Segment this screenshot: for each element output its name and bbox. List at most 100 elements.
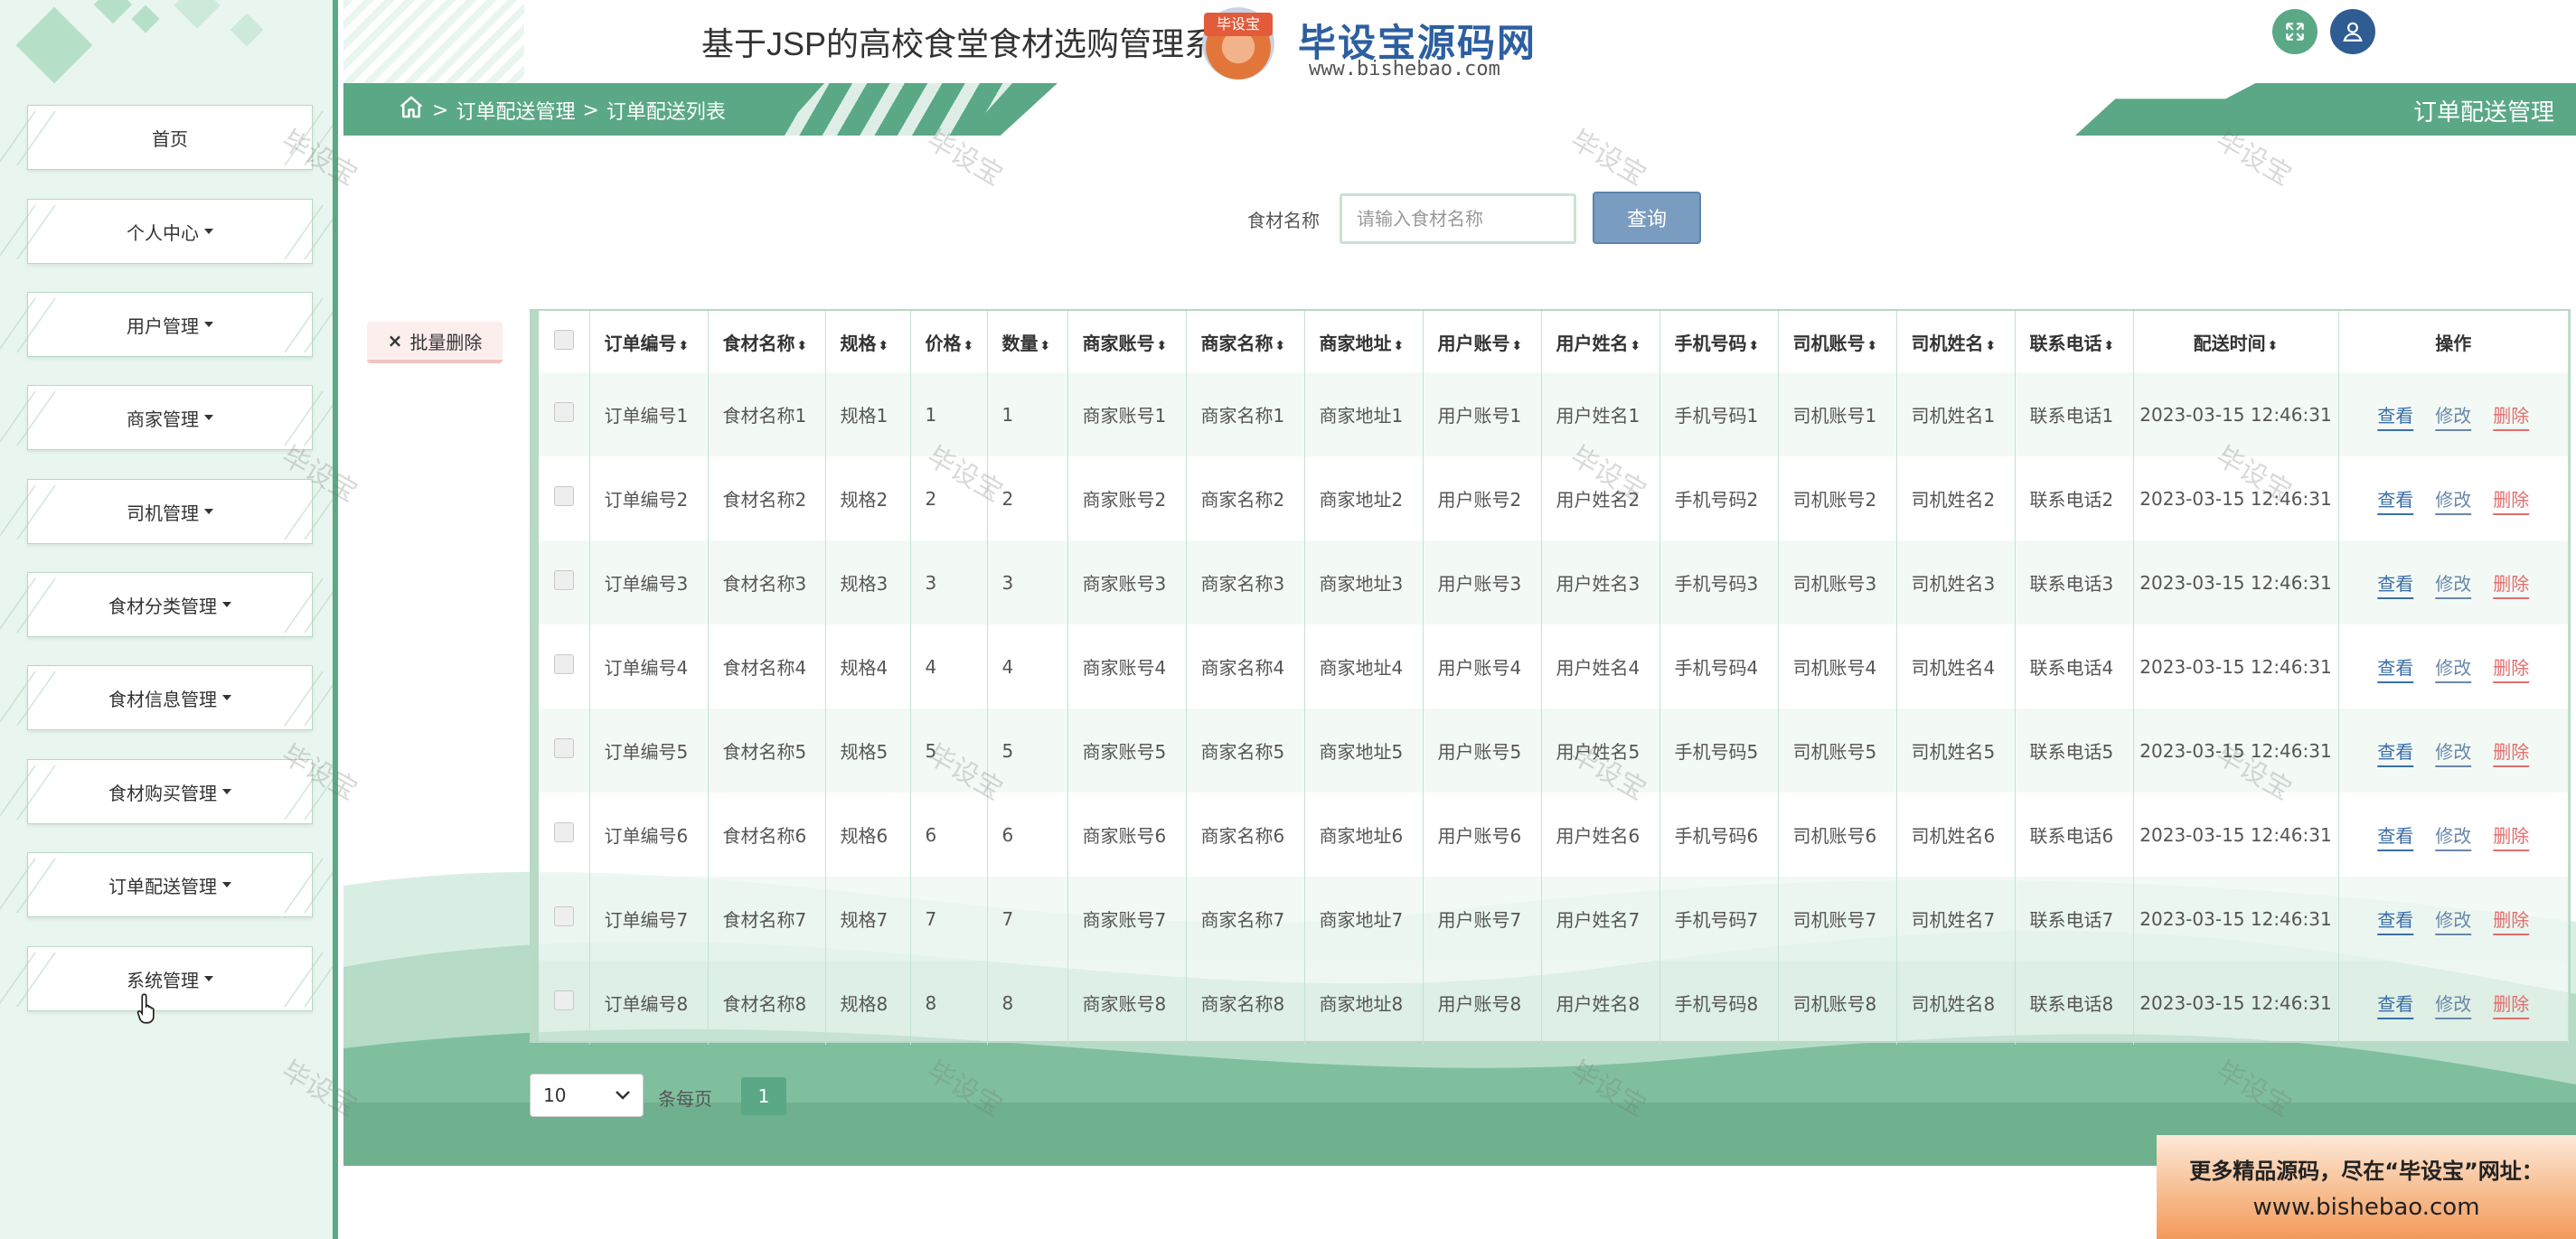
sidebar-item-driver-management[interactable]: 司机管理 bbox=[27, 479, 313, 544]
column-header[interactable]: 价格 ⬍ bbox=[910, 311, 988, 372]
breadcrumb-order-delivery[interactable]: 订单配送管理 bbox=[456, 96, 575, 125]
row-actions: 查看 修改 删除 bbox=[2338, 709, 2569, 793]
view-button[interactable]: 查看 bbox=[2377, 569, 2413, 596]
sidebar-item-ingredient-category-management[interactable]: 食材分类管理 bbox=[27, 572, 313, 637]
pagination-page-1[interactable]: 1 bbox=[741, 1077, 786, 1115]
view-button[interactable]: 查看 bbox=[2377, 485, 2413, 512]
delete-button[interactable]: 删除 bbox=[2493, 990, 2529, 1016]
table-cell: 商家账号8 bbox=[1067, 961, 1187, 1045]
sort-icon[interactable]: ⬍ bbox=[964, 339, 974, 353]
column-header[interactable]: 商家地址 ⬍ bbox=[1304, 311, 1424, 372]
row-checkbox[interactable] bbox=[553, 906, 574, 926]
caret-down-icon bbox=[222, 789, 231, 794]
sidebar-item-home[interactable]: 首页 bbox=[27, 105, 313, 170]
sort-icon[interactable]: ⬍ bbox=[2104, 339, 2115, 353]
row-checkbox[interactable] bbox=[553, 486, 574, 506]
column-header[interactable]: 司机姓名 ⬍ bbox=[1896, 311, 2016, 372]
column-header[interactable]: 订单编号 ⬍ bbox=[589, 311, 709, 372]
view-button[interactable]: 查看 bbox=[2377, 906, 2413, 932]
edit-button[interactable]: 修改 bbox=[2435, 906, 2471, 932]
table-cell: 司机账号2 bbox=[1778, 456, 1897, 540]
search-label: 食材名称 bbox=[1247, 210, 1320, 231]
column-header[interactable]: 商家名称 ⬍ bbox=[1186, 311, 1305, 372]
sidebar-item-merchant-management[interactable]: 商家管理 bbox=[27, 385, 313, 450]
sort-icon[interactable]: ⬍ bbox=[1512, 339, 1523, 353]
delete-button[interactable]: 删除 bbox=[2493, 821, 2529, 848]
fullscreen-icon[interactable] bbox=[2272, 9, 2317, 54]
sidebar-item-ingredient-info-management[interactable]: 食材信息管理 bbox=[27, 665, 313, 730]
table-cell: 订单编号5 bbox=[589, 709, 709, 793]
sort-icon[interactable]: ⬍ bbox=[879, 339, 889, 353]
row-checkbox[interactable] bbox=[553, 570, 574, 590]
view-button[interactable]: 查看 bbox=[2377, 737, 2413, 764]
sort-icon[interactable]: ⬍ bbox=[1275, 339, 1286, 353]
sidebar-item-order-delivery-management[interactable]: 订单配送管理 bbox=[27, 852, 313, 917]
select-all-checkbox[interactable] bbox=[553, 329, 574, 350]
delete-button[interactable]: 删除 bbox=[2493, 906, 2529, 932]
view-button[interactable]: 查看 bbox=[2377, 401, 2413, 427]
column-header[interactable]: 数量 ⬍ bbox=[987, 311, 1068, 372]
edit-button[interactable]: 修改 bbox=[2435, 401, 2471, 427]
search-button[interactable]: 查询 bbox=[1593, 192, 1701, 244]
column-header[interactable]: 商家账号 ⬍ bbox=[1067, 311, 1187, 372]
delete-button[interactable]: 删除 bbox=[2493, 653, 2529, 680]
sort-icon[interactable]: ⬍ bbox=[1867, 339, 1878, 353]
row-checkbox[interactable] bbox=[553, 402, 574, 422]
edit-button[interactable]: 修改 bbox=[2435, 485, 2471, 512]
table-cell: 规格3 bbox=[825, 540, 911, 624]
sort-icon[interactable]: ⬍ bbox=[1157, 339, 1168, 353]
column-header[interactable]: 用户账号 ⬍ bbox=[1423, 311, 1542, 372]
home-icon[interactable] bbox=[398, 94, 425, 127]
sort-icon[interactable]: ⬍ bbox=[1749, 339, 1760, 353]
table-cell: 4 bbox=[910, 624, 988, 709]
sidebar-item-personal-center[interactable]: 个人中心 bbox=[27, 199, 313, 264]
table-cell: 手机号码1 bbox=[1659, 372, 1779, 456]
delete-button[interactable]: 删除 bbox=[2493, 737, 2529, 764]
sort-icon[interactable]: ⬍ bbox=[1040, 339, 1051, 353]
sidebar-item-ingredient-purchase-management[interactable]: 食材购买管理 bbox=[27, 759, 313, 824]
table-cell: 2023-03-15 12:46:31 bbox=[2133, 624, 2339, 709]
sort-icon[interactable]: ⬍ bbox=[2268, 339, 2279, 353]
table-cell: 食材名称7 bbox=[708, 877, 826, 961]
delete-button[interactable]: 删除 bbox=[2493, 485, 2529, 512]
edit-button[interactable]: 修改 bbox=[2435, 821, 2471, 848]
page-size-select[interactable]: 10 bbox=[530, 1074, 644, 1117]
sidebar-item-user-management[interactable]: 用户管理 bbox=[27, 292, 313, 357]
table-cell: 用户账号3 bbox=[1423, 540, 1542, 624]
column-header[interactable]: 规格 ⬍ bbox=[825, 311, 911, 372]
row-checkbox[interactable] bbox=[553, 738, 574, 758]
sort-icon[interactable]: ⬍ bbox=[1986, 339, 1997, 353]
view-button[interactable]: 查看 bbox=[2377, 990, 2413, 1016]
promo-url[interactable]: www.bishebao.com bbox=[2171, 1194, 2562, 1221]
sort-icon[interactable]: ⬍ bbox=[797, 339, 808, 353]
delete-button[interactable]: 删除 bbox=[2493, 569, 2529, 596]
sidebar-item-system-management[interactable]: 系统管理 bbox=[27, 946, 313, 1011]
column-header[interactable]: 配送时间 ⬍ bbox=[2133, 311, 2339, 372]
column-header[interactable]: 食材名称 ⬍ bbox=[708, 311, 826, 372]
edit-button[interactable]: 修改 bbox=[2435, 569, 2471, 596]
column-header[interactable]: 联系电话 ⬍ bbox=[2015, 311, 2134, 372]
row-checkbox[interactable] bbox=[553, 654, 574, 674]
sort-icon[interactable]: ⬍ bbox=[1631, 339, 1641, 353]
column-header[interactable]: 司机账号 ⬍ bbox=[1778, 311, 1897, 372]
column-header[interactable]: 用户姓名 ⬍ bbox=[1541, 311, 1660, 372]
column-header[interactable]: 手机号码 ⬍ bbox=[1659, 311, 1779, 372]
view-button[interactable]: 查看 bbox=[2377, 821, 2413, 848]
user-icon[interactable] bbox=[2330, 9, 2375, 54]
edit-button[interactable]: 修改 bbox=[2435, 990, 2471, 1016]
batch-delete-button[interactable]: × 批量删除 bbox=[367, 322, 503, 363]
table-cell: 联系电话7 bbox=[2015, 877, 2134, 961]
view-button[interactable]: 查看 bbox=[2377, 653, 2413, 680]
row-checkbox[interactable] bbox=[553, 990, 574, 1010]
table-cell: 2023-03-15 12:46:31 bbox=[2133, 456, 2339, 540]
sort-icon[interactable]: ⬍ bbox=[1394, 339, 1405, 353]
table-cell: 用户姓名8 bbox=[1541, 961, 1660, 1045]
delete-button[interactable]: 删除 bbox=[2493, 401, 2529, 427]
table-cell: 规格7 bbox=[825, 877, 911, 961]
edit-button[interactable]: 修改 bbox=[2435, 737, 2471, 764]
sort-icon[interactable]: ⬍ bbox=[679, 339, 690, 353]
edit-button[interactable]: 修改 bbox=[2435, 653, 2471, 680]
row-checkbox[interactable] bbox=[553, 822, 574, 842]
search-input[interactable] bbox=[1340, 193, 1576, 244]
column-header-label: 配送时间 bbox=[2193, 332, 2266, 354]
